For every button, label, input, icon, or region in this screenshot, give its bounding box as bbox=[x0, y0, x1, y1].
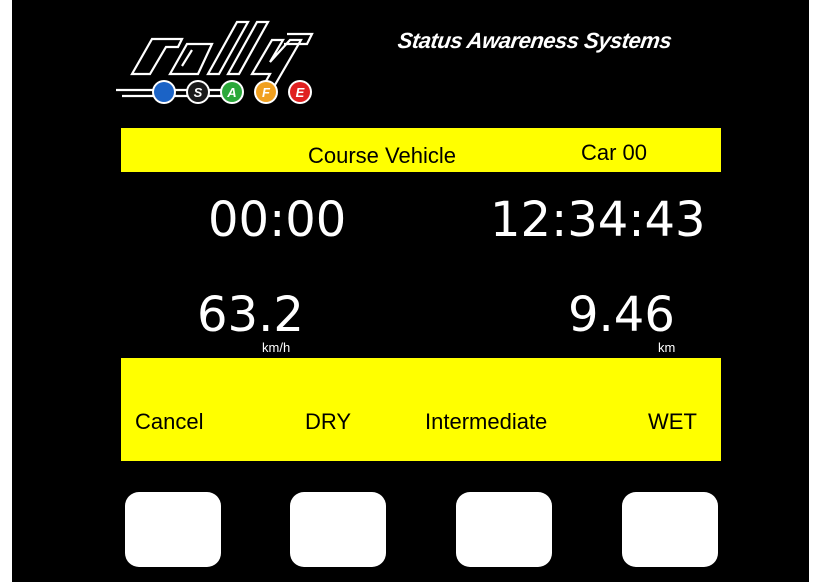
status-banner: Course Vehicle Car 00 bbox=[121, 128, 721, 172]
elapsed-time: 00:00 bbox=[208, 192, 347, 248]
hardware-button-1[interactable] bbox=[125, 492, 221, 567]
logo-letter-f: F bbox=[262, 85, 271, 100]
speed-value: 63.2 bbox=[197, 287, 304, 343]
intermediate-option[interactable]: Intermediate bbox=[425, 411, 547, 433]
logo-letter-e: E bbox=[296, 85, 305, 100]
tagline: Status Awareness Systems bbox=[396, 28, 674, 53]
vehicle-type-label: Course Vehicle bbox=[308, 143, 456, 168]
logo-letter-s: S bbox=[194, 85, 203, 100]
wet-option[interactable]: WET bbox=[648, 411, 697, 433]
display-screen: S A F E Status Awareness Systems Course … bbox=[12, 0, 809, 582]
speed-unit: km/h bbox=[262, 340, 291, 355]
hardware-button-3[interactable] bbox=[456, 492, 552, 567]
dry-option[interactable]: DRY bbox=[305, 411, 351, 433]
car-number-label: Car 00 bbox=[581, 140, 648, 165]
cancel-option[interactable]: Cancel bbox=[135, 411, 203, 433]
rallysafe-logo: S A F E bbox=[116, 20, 314, 104]
distance-value: 9.46 bbox=[568, 287, 675, 343]
distance-unit: km bbox=[658, 340, 676, 355]
hardware-button-2[interactable] bbox=[290, 492, 386, 567]
logo-letter-a: A bbox=[226, 85, 236, 100]
surface-options-panel: Cancel DRY Intermediate WET bbox=[121, 358, 721, 461]
clock-time: 12:34:43 bbox=[490, 192, 706, 248]
hardware-button-4[interactable] bbox=[622, 492, 718, 567]
